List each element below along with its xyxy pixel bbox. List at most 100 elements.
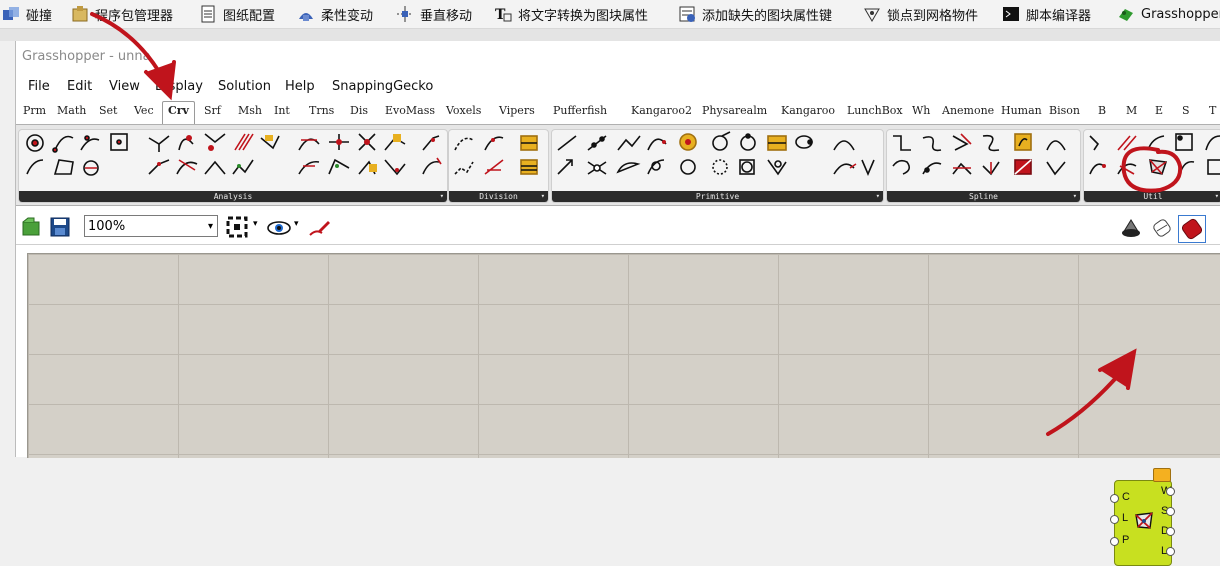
zoom-select[interactable]: 100% ▾: [84, 215, 218, 237]
input-pin-l[interactable]: [1110, 515, 1119, 524]
tab-bison[interactable]: Bison: [1049, 104, 1080, 117]
knot-vector-icon: [1046, 161, 1066, 176]
open-file-icon[interactable]: [22, 217, 42, 237]
tab-prm[interactable]: Prm: [23, 104, 46, 117]
zoom-value: 100%: [88, 219, 126, 234]
sketch-pen-icon[interactable]: [308, 217, 332, 239]
wireframe-mode-icon[interactable]: [1151, 217, 1173, 239]
tab-kangaroo2[interactable]: Kangaroo2: [631, 104, 692, 117]
menu-view[interactable]: View: [109, 79, 140, 94]
tab-physarealm[interactable]: Physarealm: [702, 104, 767, 117]
menu-file[interactable]: File: [28, 79, 50, 94]
zoom-extents-icon[interactable]: [226, 216, 250, 238]
input-label-l: L: [1122, 512, 1129, 524]
script-compiler-button[interactable]: 脚本编译器: [1002, 0, 1091, 28]
input-pin-p[interactable]: [1110, 537, 1119, 546]
expand-icon[interactable]: ▾: [876, 191, 880, 202]
expand-icon[interactable]: ▾: [541, 191, 545, 202]
tab-set[interactable]: Set: [99, 104, 117, 117]
dash-pattern-icon: [484, 159, 504, 175]
spline-icons: [892, 133, 1066, 176]
arc-curve-icon: [26, 159, 44, 175]
component-message-flag[interactable]: [1153, 468, 1171, 482]
tab-crv[interactable]: Crv: [162, 101, 195, 124]
explode-icon: [1089, 135, 1100, 151]
package-manager-button[interactable]: 程序包管理器: [71, 0, 173, 28]
reduce-icon: [1175, 133, 1193, 151]
output-pin-d[interactable]: [1166, 527, 1175, 536]
menu-solution[interactable]: Solution: [218, 79, 271, 94]
text-to-block-button[interactable]: T 将文字转换为图块属性: [494, 0, 648, 28]
tab-m[interactable]: M: [1126, 104, 1137, 117]
polyline-icon: [617, 135, 641, 151]
bezier-icon: [893, 135, 911, 151]
tab-srf[interactable]: Srf: [204, 104, 221, 117]
panel-spline-label: Spline: [969, 192, 998, 201]
menu-edit[interactable]: Edit: [67, 79, 92, 94]
menu-snappinggecko[interactable]: SnappingGecko: [332, 79, 433, 94]
tab-dis[interactable]: Dis: [350, 104, 368, 117]
drawing-config-button[interactable]: 图纸配置: [199, 0, 275, 28]
shatter-icon: [454, 161, 474, 175]
kinks-icon: [232, 159, 254, 175]
add-block-key-button[interactable]: 添加缺失的图块属性键: [678, 0, 832, 28]
chevron-down-icon[interactable]: ▾: [253, 219, 258, 229]
collision-label: 碰撞: [26, 8, 53, 24]
menu-bar: File Edit View Display Solution Help Sna…: [16, 75, 1220, 99]
tab-pufferfish[interactable]: Pufferfish: [553, 104, 607, 117]
ribbon: Analysis ▾ Division ▾ Primitive ▾ Spline…: [16, 124, 1220, 206]
tab-vec[interactable]: Vec: [134, 104, 154, 117]
tab-t[interactable]: T: [1209, 104, 1216, 117]
canvas[interactable]: C L P W S D L: [27, 253, 1220, 566]
component-node[interactable]: C L P W S D L: [1110, 480, 1175, 566]
sub-curve-icon: [982, 161, 1000, 176]
tab-trns[interactable]: Trns: [309, 104, 334, 117]
input-pin-c[interactable]: [1110, 494, 1119, 503]
expand-icon[interactable]: ▾: [1073, 191, 1077, 202]
tab-b[interactable]: B: [1098, 104, 1106, 117]
flex-transform-button[interactable]: 柔性变动: [297, 0, 373, 28]
tangent-curve-icon: [1014, 133, 1032, 151]
output-pin-l[interactable]: [1166, 547, 1175, 556]
circle-center-icon: [83, 160, 99, 176]
output-pin-w[interactable]: [1166, 487, 1175, 496]
tab-anemone[interactable]: Anemone: [942, 104, 994, 117]
panel-primitive: Primitive ▾: [551, 129, 884, 203]
tab-evomass[interactable]: EvoMass: [385, 104, 435, 117]
expand-icon[interactable]: ▾: [1215, 191, 1219, 202]
tab-int[interactable]: Int: [274, 104, 290, 117]
menu-display[interactable]: Display: [155, 79, 203, 94]
evaluate-icon: [329, 134, 349, 150]
save-file-icon[interactable]: [50, 217, 70, 237]
chevron-down-icon[interactable]: ▾: [294, 219, 299, 229]
shaded-mode-icon[interactable]: [1178, 215, 1206, 243]
vertical-move-button[interactable]: 垂直移动: [396, 0, 472, 28]
component-tabs: Prm Math Set Vec Crv Srf Msh Int Trns Di…: [16, 101, 1220, 124]
tab-voxels[interactable]: Voxels: [446, 104, 481, 117]
curvature-graph-icon: [422, 157, 442, 175]
snap-to-mesh-button[interactable]: 锁点到网格物件: [863, 0, 978, 28]
menu-help[interactable]: Help: [285, 79, 315, 94]
length-icon: [176, 159, 198, 175]
tab-e[interactable]: E: [1155, 104, 1163, 117]
tab-wh[interactable]: Wh: [912, 104, 930, 117]
tab-kangaroo[interactable]: Kangaroo: [781, 104, 835, 117]
add-block-key-icon: [678, 5, 696, 23]
fillet-util-icon: [1147, 135, 1165, 151]
collision-button[interactable]: 碰撞: [2, 0, 52, 28]
preview-eye-icon[interactable]: [267, 218, 291, 238]
tab-human[interactable]: Human: [1001, 104, 1042, 117]
expand-icon[interactable]: ▾: [440, 191, 444, 202]
tab-lunchbox[interactable]: LunchBox: [847, 104, 903, 117]
fillet-arc-icon: [647, 159, 665, 175]
tab-math[interactable]: Math: [57, 104, 86, 117]
host-toolbar: 碰撞 程序包管理器 图纸配置 柔性变动 垂直移动 T 将文字转换为图块属性 添加…: [0, 0, 1220, 29]
tab-msh[interactable]: Msh: [238, 104, 262, 117]
grasshopper-button[interactable]: Grasshopper: [1117, 0, 1220, 28]
tab-vipers[interactable]: Vipers: [499, 104, 535, 117]
rectangle-icon: [767, 135, 787, 151]
vertical-move-label: 垂直移动: [420, 8, 473, 24]
preview-mode-icon[interactable]: [1120, 217, 1142, 239]
tab-s[interactable]: S: [1182, 104, 1190, 117]
output-pin-s[interactable]: [1166, 507, 1175, 516]
